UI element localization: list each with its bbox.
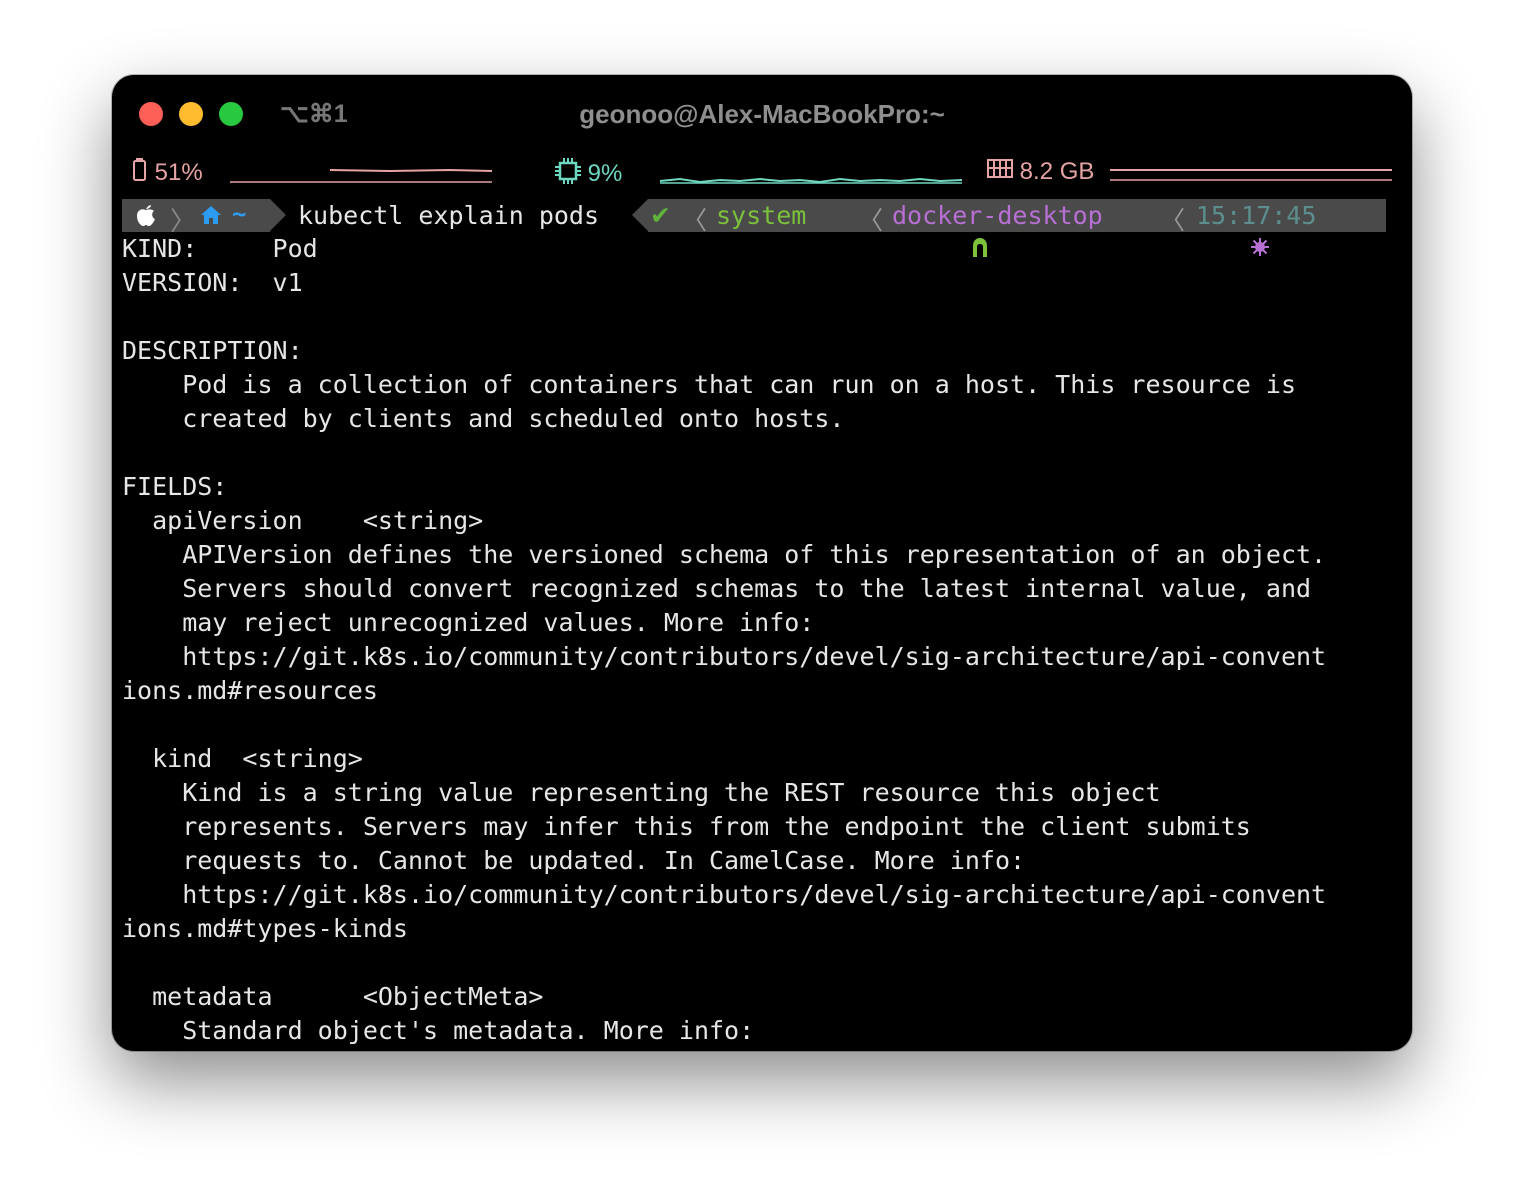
apple-icon bbox=[136, 203, 156, 233]
output-line: Standard object's metadata. More info: bbox=[122, 1016, 755, 1045]
output-line: Servers should convert recognized schema… bbox=[122, 574, 1312, 603]
prompt-right-segment: ✔ 〈 system 〈 docker-desktop 〈 15:17:45 bbox=[632, 199, 1386, 257]
output-line: VERSION: v1 bbox=[122, 268, 303, 297]
output-line: Kind is a string value representing the … bbox=[122, 778, 1161, 807]
output-line: Pod is a collection of containers that c… bbox=[122, 370, 1296, 399]
cpu-sparkline bbox=[660, 177, 962, 184]
battery-value: 51% bbox=[154, 158, 203, 186]
output-line: FIELDS: bbox=[122, 472, 228, 501]
command-output: KIND: Pod VERSION: v1 DESCRIPTION: Pod is … bbox=[122, 232, 1412, 1051]
battery-icon bbox=[132, 158, 148, 189]
memory-sparkline bbox=[1110, 169, 1392, 181]
output-line: KIND: Pod bbox=[122, 234, 318, 263]
cpu-chip-icon bbox=[555, 158, 581, 191]
k8s-context: docker-desktop bbox=[892, 201, 1103, 230]
battery-sparkline bbox=[230, 168, 492, 183]
output-line: apiVersion <string> bbox=[122, 506, 484, 535]
output-line: kind <string> bbox=[122, 744, 363, 773]
shell-prompt: 〉 ~ kubectl explain pods ✔ 〈 system 〈 do… bbox=[122, 199, 1386, 257]
status-bar: 51% 9% 8.2 GB bbox=[112, 155, 1412, 195]
output-line: https://git.k8s.io/community/contributor… bbox=[122, 642, 1327, 671]
output-line: https://git.k8s.io/community/contributor… bbox=[122, 880, 1327, 909]
memory-value: 8.2 GB bbox=[1019, 158, 1095, 185]
output-line: requests to. Cannot be updated. In Camel… bbox=[122, 846, 1026, 875]
prompt-os-segment: 〉 ~ bbox=[122, 199, 286, 237]
output-line: DESCRIPTION: bbox=[122, 336, 303, 365]
home-icon bbox=[200, 205, 222, 230]
title-bar: ⌥⌘1 geonoo@Alex-MacBookPro:~ bbox=[112, 75, 1412, 147]
output-line: metadata <ObjectMeta> bbox=[122, 982, 544, 1011]
terminal-window: ⌥⌘1 geonoo@Alex-MacBookPro:~ 51% 9% 8.2 … bbox=[112, 75, 1412, 1051]
prompt-path: ~ bbox=[232, 200, 247, 228]
output-line: APIVersion defines the versioned schema … bbox=[122, 540, 1327, 569]
prompt-time: 15:17:45 bbox=[1196, 201, 1317, 230]
cpu-status: 9% bbox=[555, 158, 622, 191]
output-line: represents. Servers may infer this from … bbox=[122, 812, 1251, 841]
cpu-value: 9% bbox=[587, 159, 623, 187]
output-line: may reject unrecognized values. More inf… bbox=[122, 608, 815, 637]
memory-status: 8.2 GB bbox=[987, 158, 1094, 187]
output-line: ions.md#types-kinds bbox=[122, 914, 408, 943]
memory-icon bbox=[987, 158, 1013, 187]
window-title: geonoo@Alex-MacBookPro:~ bbox=[579, 99, 945, 129]
command-text[interactable]: kubectl explain pods bbox=[298, 201, 599, 230]
battery-status: 51% bbox=[132, 158, 203, 189]
success-check-icon: ✔ bbox=[650, 201, 671, 230]
output-line: created by clients and scheduled onto ho… bbox=[122, 404, 845, 433]
output-line: ions.md#resources bbox=[122, 676, 378, 705]
prompt-user: system bbox=[716, 201, 807, 230]
